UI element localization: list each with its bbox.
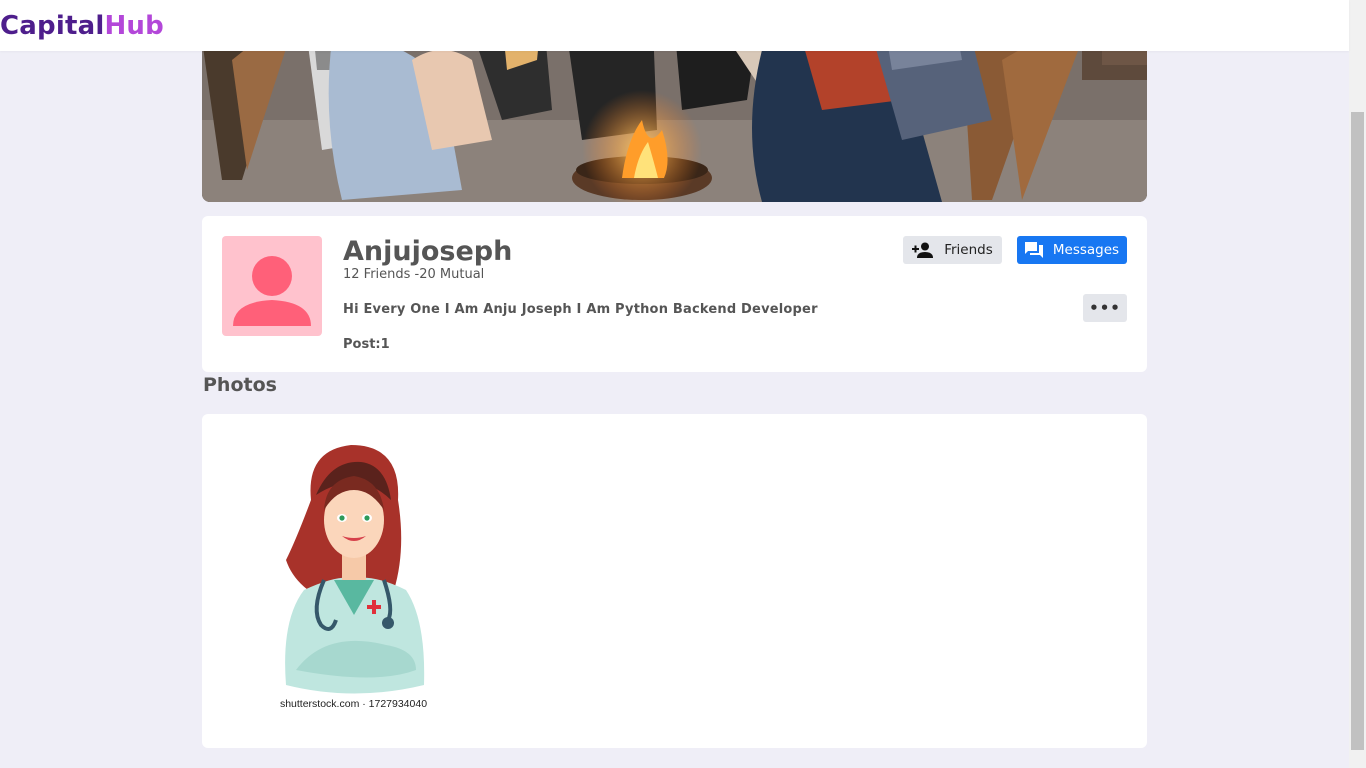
avatar[interactable] bbox=[222, 236, 322, 336]
more-options-button[interactable]: ••• bbox=[1083, 294, 1127, 322]
page-scrollbar[interactable] bbox=[1349, 0, 1366, 768]
photos-card: shutterstock.com · 1727934040 bbox=[202, 414, 1147, 748]
photo-thumbnail[interactable] bbox=[276, 440, 431, 715]
profile-bio: Hi Every One I Am Anju Joseph I Am Pytho… bbox=[343, 302, 818, 317]
user-silhouette-icon bbox=[233, 256, 311, 326]
photos-section-title: Photos bbox=[203, 374, 277, 396]
profile-card: Anjujoseph 12 Friends -20 Mutual Hi Ever… bbox=[202, 216, 1147, 372]
chat-bubbles-icon bbox=[1024, 242, 1043, 258]
brand-name-part1: Capital bbox=[0, 11, 105, 41]
messages-button[interactable]: Messages bbox=[1017, 236, 1127, 264]
post-count: Post:1 bbox=[343, 337, 390, 352]
scrollbar-thumb[interactable] bbox=[1351, 112, 1364, 750]
messages-button-label: Messages bbox=[1052, 242, 1120, 258]
profile-username: Anjujoseph bbox=[343, 236, 513, 267]
friends-button-label: Friends bbox=[944, 242, 993, 258]
photo-caption: shutterstock.com · 1727934040 bbox=[279, 698, 428, 710]
more-dots-icon: ••• bbox=[1089, 299, 1121, 317]
brand-name-part2: Hub bbox=[104, 11, 164, 41]
top-navbar: CapitalHub bbox=[0, 0, 1349, 51]
friends-summary: 12 Friends -20 Mutual bbox=[343, 267, 485, 282]
friends-button[interactable]: Friends bbox=[903, 236, 1002, 264]
brand-logo[interactable]: CapitalHub bbox=[0, 10, 164, 42]
person-add-icon bbox=[912, 242, 934, 258]
doctor-illustration-image bbox=[285, 445, 425, 694]
